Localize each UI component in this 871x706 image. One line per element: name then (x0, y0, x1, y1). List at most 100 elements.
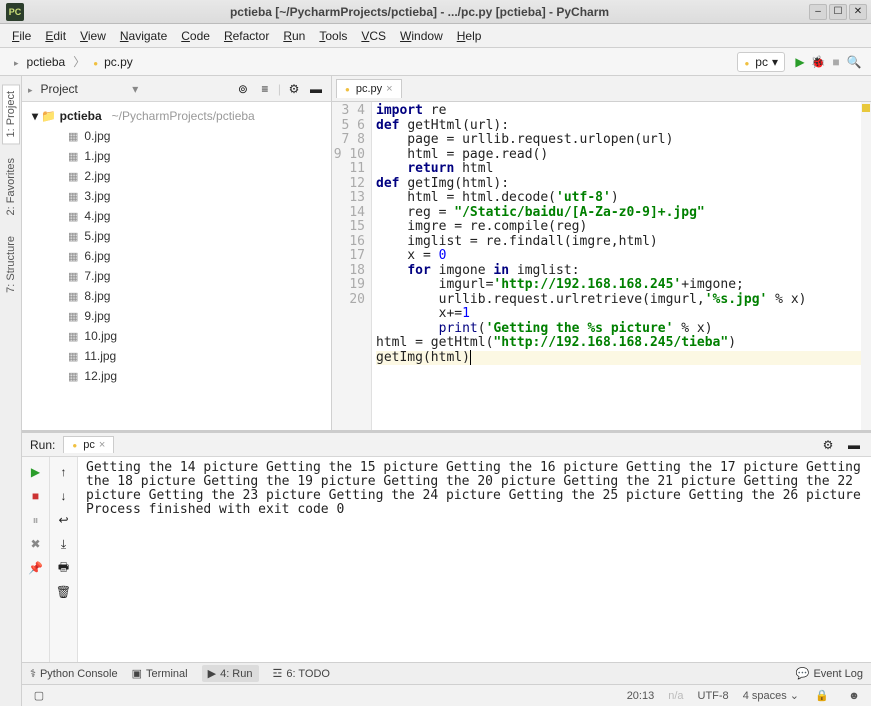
editor-tab-pc[interactable]: pc.py × (336, 79, 402, 98)
project-panel-title[interactable]: Project (41, 82, 129, 96)
debug-button[interactable]: 🐞 (809, 53, 827, 71)
line-number-gutter[interactable]: 3 4 5 6 7 8 9 10 11 12 13 14 15 16 17 18… (332, 102, 372, 430)
menu-edit[interactable]: Edit (39, 27, 72, 45)
tree-file[interactable]: 2.jpg (22, 166, 331, 186)
menu-code[interactable]: Code (175, 27, 216, 45)
navbar: pctieba 〉 pc.py pc ▾ ▶ 🐞 ■ 🔍 (0, 48, 871, 76)
up-stack-button[interactable]: ↑ (55, 463, 73, 481)
minimize-button[interactable]: – (809, 4, 827, 20)
hector-icon[interactable]: ☻ (845, 687, 863, 705)
run-configuration-dropdown[interactable]: pc ▾ (737, 52, 785, 72)
indent-setting[interactable]: 4 spaces ⌄ (743, 689, 799, 702)
rerun-button[interactable]: ▶ (27, 463, 45, 481)
tool-python-console[interactable]: ⚕ Python Console (30, 667, 118, 680)
close-run-tab-button[interactable]: × (99, 439, 105, 451)
left-tab-7--structure[interactable]: 7: Structure (3, 230, 19, 299)
status-na: n/a (668, 690, 683, 702)
project-tree[interactable]: ▾ 📁 pctieba~/PycharmProjects/pctieba0.jp… (22, 102, 331, 430)
left-tab-2--favorites[interactable]: 2: Favorites (3, 152, 19, 221)
tree-file[interactable]: 10.jpg (22, 326, 331, 346)
run-button[interactable]: ▶ (791, 53, 809, 71)
left-tool-strip: 1: Project 2: Favorites 7: Structure (0, 76, 22, 706)
left-tab-1--project[interactable]: 1: Project (2, 84, 20, 144)
image-file-icon (68, 149, 78, 163)
soft-wrap-button[interactable]: ↩ (55, 511, 73, 529)
code-editor[interactable]: 3 4 5 6 7 8 9 10 11 12 13 14 15 16 17 18… (332, 102, 871, 430)
python-icon (72, 439, 79, 451)
tree-file[interactable]: 11.jpg (22, 346, 331, 366)
image-file-icon (68, 289, 78, 303)
run-tab-pc[interactable]: pc × (63, 436, 114, 453)
search-everywhere-button[interactable]: 🔍 (845, 53, 863, 71)
breadcrumb-file[interactable]: pc.py (87, 53, 139, 71)
lock-icon[interactable]: 🔒 (813, 687, 831, 705)
stop-run-button[interactable]: ■ (27, 487, 45, 505)
print-button[interactable]: 🖶 (55, 559, 73, 577)
tree-file[interactable]: 5.jpg (22, 226, 331, 246)
menu-view[interactable]: View (74, 27, 112, 45)
tool-terminal[interactable]: ▣ Terminal (132, 667, 188, 680)
image-file-icon (68, 309, 78, 323)
hide-run-panel-button[interactable]: ▬ (845, 436, 863, 454)
tree-file[interactable]: 3.jpg (22, 186, 331, 206)
down-stack-button[interactable]: ↓ (55, 487, 73, 505)
pause-button[interactable]: ⏸ (27, 511, 45, 529)
tree-file[interactable]: 8.jpg (22, 286, 331, 306)
menu-tools[interactable]: Tools (313, 27, 353, 45)
python-file-icon (93, 55, 100, 69)
tree-file[interactable]: 0.jpg (22, 126, 331, 146)
chevron-down-icon[interactable]: ▾ (132, 82, 138, 96)
caret-position[interactable]: 20:13 (627, 690, 655, 702)
tree-file[interactable]: 4.jpg (22, 206, 331, 226)
settings-gear-icon[interactable]: ⚙ (285, 80, 303, 98)
tree-file[interactable]: 7.jpg (22, 266, 331, 286)
menu-vcs[interactable]: VCS (355, 27, 392, 45)
tree-file[interactable]: 1.jpg (22, 146, 331, 166)
image-file-icon (68, 269, 78, 283)
scroll-to-end-button[interactable]: ⤓ (55, 535, 73, 553)
menu-help[interactable]: Help (451, 27, 488, 45)
run-console[interactable]: Getting the 14 picture Getting the 15 pi… (78, 457, 871, 662)
show-toolwindows-button[interactable]: ▢ (30, 687, 48, 705)
bottom-toolbar: ⚕ Python Console ▣ Terminal ▶ 4: Run ☲ 6… (22, 662, 871, 684)
image-file-icon (68, 369, 78, 383)
menu-file[interactable]: File (6, 27, 37, 45)
stop-button[interactable]: ■ (827, 53, 845, 71)
error-stripe[interactable] (861, 102, 871, 430)
warning-marker-icon[interactable] (862, 104, 870, 112)
close-run-button[interactable]: ✖ (27, 535, 45, 553)
breadcrumb-separator-icon: 〉 (73, 53, 85, 70)
editor-tab-label: pc.py (356, 83, 382, 95)
tool-event-log[interactable]: 💬 Event Log (796, 667, 863, 680)
menu-navigate[interactable]: Navigate (114, 27, 173, 45)
close-window-button[interactable]: ✕ (849, 4, 867, 20)
tree-file[interactable]: 12.jpg (22, 366, 331, 386)
expand-menu-button[interactable]: ≡ (256, 80, 274, 98)
editor-area: pc.py × 3 4 5 6 7 8 9 10 11 12 13 14 15 … (332, 76, 871, 430)
menu-window[interactable]: Window (394, 27, 449, 45)
collapse-all-button[interactable]: ⊚ (234, 80, 252, 98)
tree-file[interactable]: 6.jpg (22, 246, 331, 266)
image-file-icon (68, 349, 78, 363)
file-encoding[interactable]: UTF-8 (698, 690, 729, 702)
pin-button[interactable]: 📌 (27, 559, 45, 577)
run-tab-label: pc (83, 439, 95, 451)
menu-run[interactable]: Run (277, 27, 311, 45)
tree-file[interactable]: 9.jpg (22, 306, 331, 326)
trash-button[interactable]: 🗑 (55, 583, 73, 601)
image-file-icon (68, 169, 78, 183)
run-settings-gear-icon[interactable]: ⚙ (819, 436, 837, 454)
tool-run[interactable]: ▶ 4: Run (202, 665, 259, 682)
run-panel: Run: pc × ⚙ ▬ ▶ ■ ⏸ ✖ 📌 (22, 430, 871, 662)
maximize-button[interactable]: ☐ (829, 4, 847, 20)
code-content[interactable]: import re def getHtml(url): page = urlli… (372, 102, 871, 430)
close-tab-button[interactable]: × (386, 83, 392, 95)
tool-todo[interactable]: ☲ 6: TODO (273, 667, 330, 680)
hide-panel-button[interactable]: ▬ (307, 80, 325, 98)
breadcrumb-root[interactable]: pctieba (8, 53, 71, 71)
todo-icon: ☲ (273, 667, 283, 680)
menu-refactor[interactable]: Refactor (218, 27, 275, 45)
statusbar: ▢ 20:13 n/a UTF-8 4 spaces ⌄ 🔒 ☻ (22, 684, 871, 706)
tree-root[interactable]: ▾ 📁 pctieba~/PycharmProjects/pctieba (22, 106, 331, 126)
image-file-icon (68, 329, 78, 343)
